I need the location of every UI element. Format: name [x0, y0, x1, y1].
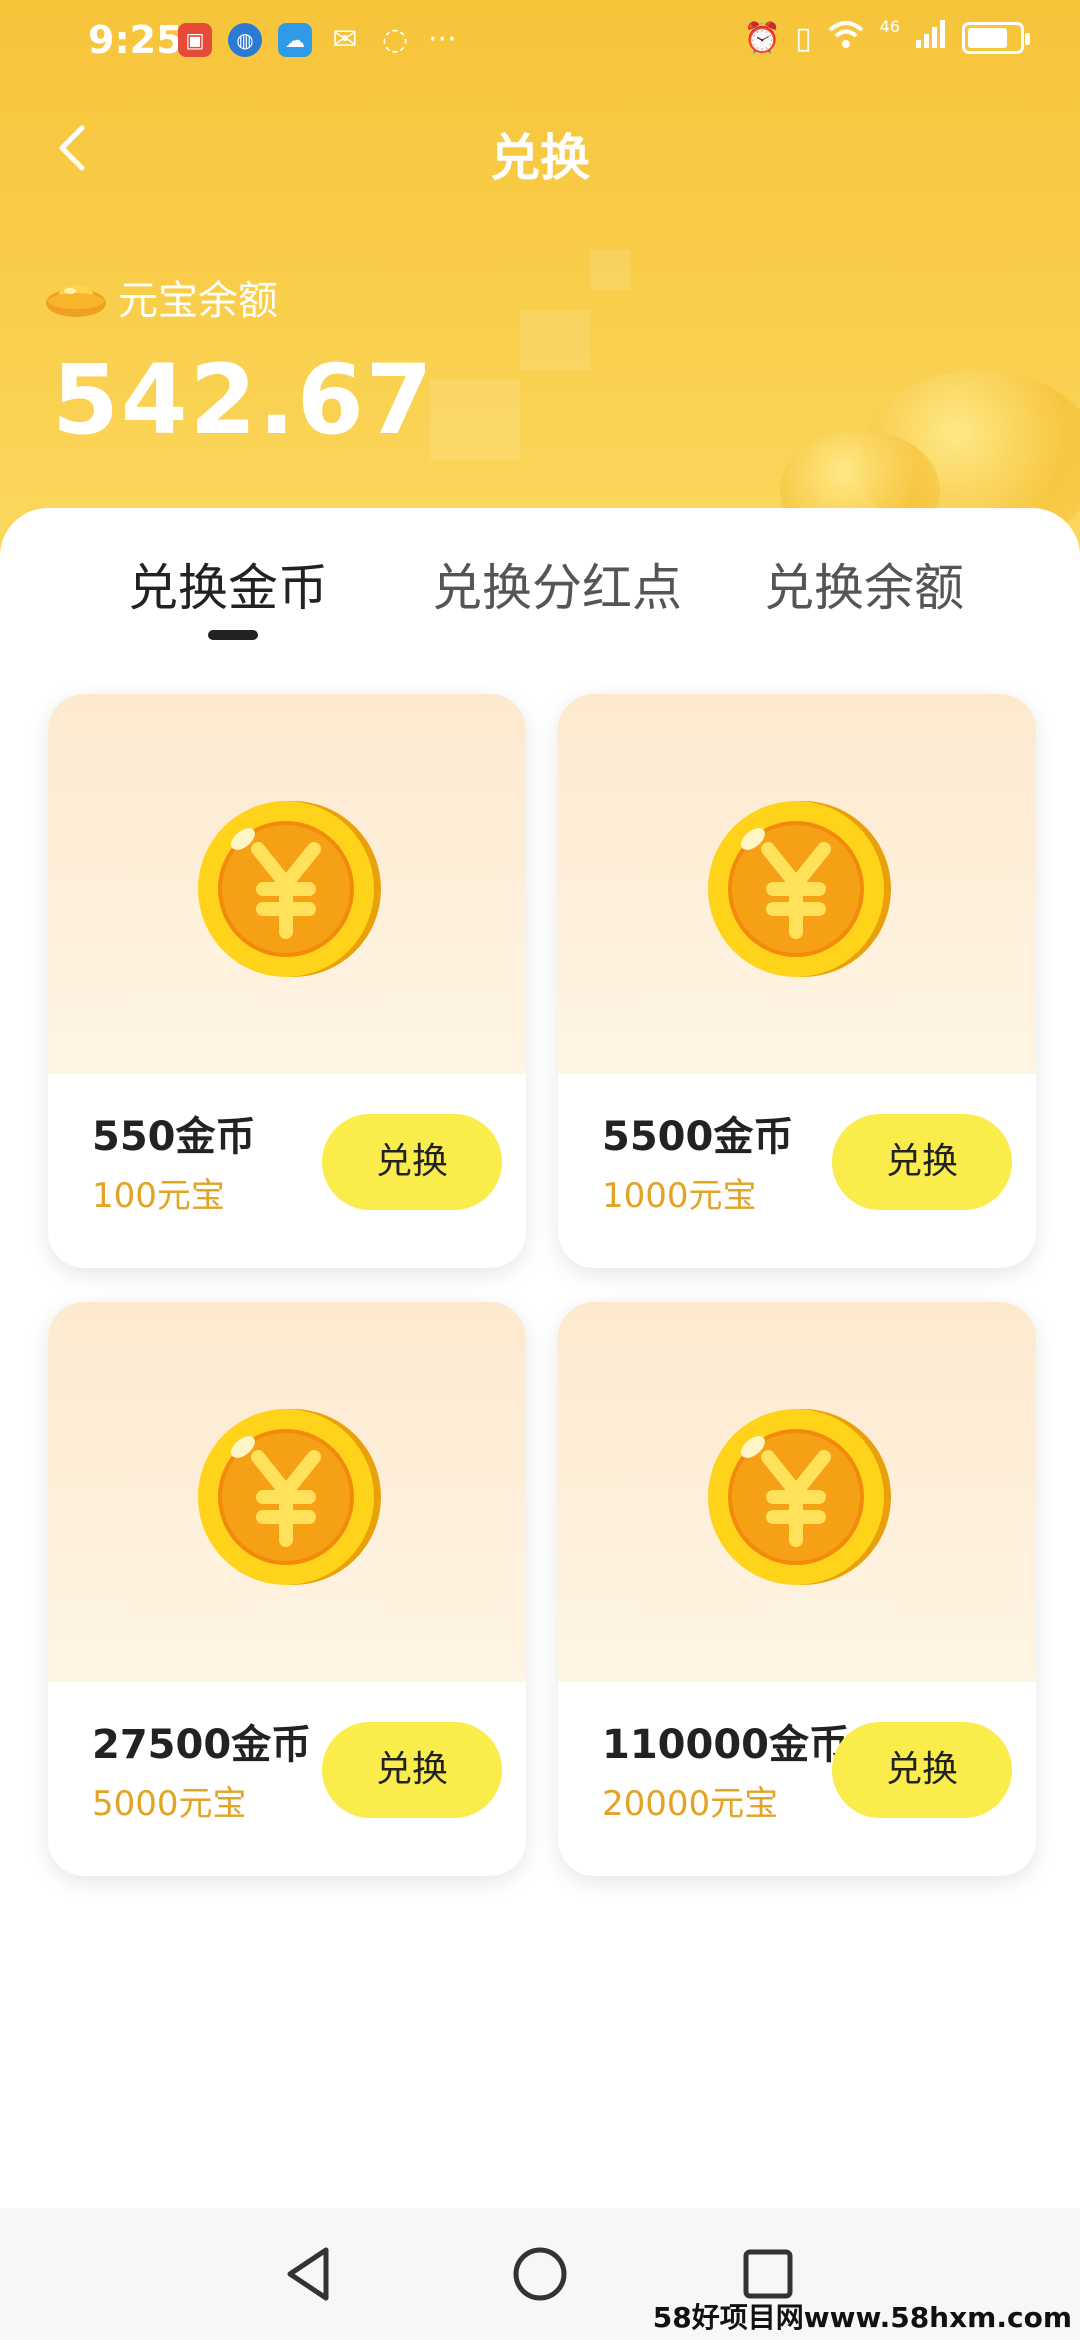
exchange-button[interactable]: 兑换 [832, 1114, 1012, 1210]
yuan-coin-icon [708, 801, 891, 977]
shopping-app-icon: ▣ [178, 22, 212, 57]
network-type: 46 [879, 16, 900, 36]
product-name: 110000金币 [602, 1722, 849, 1768]
exchange-button[interactable]: 兑换 [322, 1722, 502, 1818]
balance-label-row: 元宝余额 [44, 268, 278, 326]
more-notifications-icon: ··· [428, 22, 457, 57]
product-card: 110000金币 20000元宝 兑换 [558, 1302, 1036, 1876]
watermark: 58好项目网www.58hxm.com [652, 2301, 1072, 2334]
status-indicators: ⏰ ▯ 46 [743, 16, 1030, 58]
tab-exchange-coins[interactable]: 兑换金币 [128, 548, 328, 620]
weather-app-icon: ☁ [278, 22, 312, 57]
triangle-back-icon [287, 2247, 329, 2301]
product-card: 27500金币 5000元宝 兑换 [48, 1302, 526, 1876]
yuan-coin-icon [708, 1409, 891, 1585]
product-name: 550金币 [92, 1114, 256, 1160]
browser-app-icon: ◍ [228, 22, 262, 57]
product-card: 5500金币 1000元宝 兑换 [558, 694, 1036, 1268]
decor-square [520, 310, 590, 370]
product-name: 5500金币 [602, 1114, 794, 1160]
signal-icon [914, 18, 948, 58]
nav-home-button[interactable] [500, 2234, 580, 2314]
gold-ingot-icon [46, 285, 106, 317]
status-bar: 9:25 ▣ ◍ ☁ ✉ ◌ ··· ⏰ ▯ 46 [0, 0, 1080, 80]
wifi-icon [826, 18, 866, 58]
header: 9:25 ▣ ◍ ☁ ✉ ◌ ··· ⏰ ▯ 46 兑换 元宝余额 542.67 [0, 0, 1080, 560]
product-price: 100元宝 [92, 1176, 225, 1216]
circle-home-icon [513, 2247, 567, 2301]
tab-exchange-dividend-points[interactable]: 兑换分红点 [432, 548, 682, 620]
vibrate-icon: ▯ [795, 20, 812, 56]
tab-bar: 兑换金币 兑换分红点 兑换余额 [0, 548, 1080, 648]
product-price: 20000元宝 [602, 1784, 779, 1824]
alarm-icon: ⏰ [743, 20, 782, 56]
exchange-button[interactable]: 兑换 [832, 1722, 1012, 1818]
balance-value: 542.67 [52, 344, 435, 456]
tab-active-indicator [208, 630, 258, 640]
tab-exchange-balance[interactable]: 兑换余额 [764, 548, 964, 620]
exchange-page: 9:25 ▣ ◍ ☁ ✉ ◌ ··· ⏰ ▯ 46 兑换 元宝余额 542.67… [0, 0, 1080, 2340]
yuan-coin-icon [198, 801, 381, 977]
product-price: 1000元宝 [602, 1176, 757, 1216]
status-app-icons: ▣ ◍ ☁ ✉ ◌ ··· [178, 22, 457, 57]
battery-icon [962, 22, 1030, 54]
yuan-coin-icon [198, 1409, 381, 1585]
page-title: 兑换 [490, 129, 590, 187]
system-nav-bar: 58好项目网www.58hxm.com [0, 2208, 1080, 2340]
message-icon: ◌ [381, 22, 409, 57]
product-price: 5000元宝 [92, 1784, 247, 1824]
nav-back-button[interactable] [270, 2234, 350, 2314]
content-sheet: 兑换金币 兑换分红点 兑换余额 550金币 100元宝 兑换 5500金币 10… [0, 508, 1080, 2208]
decor-square [590, 250, 630, 290]
status-time: 9:25 [88, 18, 183, 62]
exchange-button[interactable]: 兑换 [322, 1114, 502, 1210]
product-name: 27500金币 [92, 1722, 312, 1768]
product-card: 550金币 100元宝 兑换 [48, 694, 526, 1268]
decor-square [430, 380, 520, 460]
balance-label: 元宝余额 [118, 278, 278, 324]
wechat-icon: ✉ [332, 22, 358, 57]
